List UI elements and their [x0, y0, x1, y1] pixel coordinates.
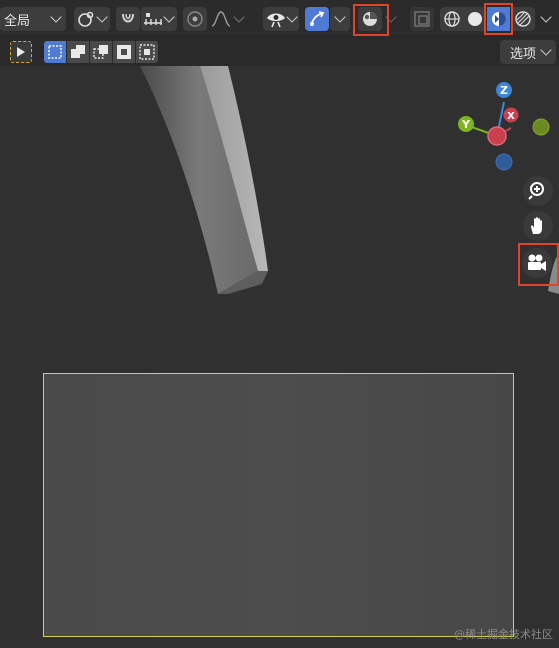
- navigation-gizmo[interactable]: Z X Y: [455, 78, 555, 188]
- select-subtract-icon: [93, 45, 108, 59]
- select-mode-subtract[interactable]: [90, 41, 112, 63]
- xray-icon: [414, 11, 430, 27]
- chevron-down-icon: [540, 11, 552, 23]
- chevron-down-icon: [163, 11, 175, 23]
- gizmo-toggle[interactable]: [305, 7, 329, 31]
- snap-increment-icon: [144, 13, 162, 25]
- chevron-down-icon: [233, 11, 245, 23]
- cursor-arrow-icon: [17, 47, 25, 57]
- gizmo-settings-dropdown[interactable]: [330, 7, 350, 31]
- shading-options-dropdown[interactable]: [537, 7, 557, 31]
- gizmo-neg-z-handle: [495, 153, 513, 171]
- chevron-down-icon: [334, 11, 346, 23]
- watermark: @稀土掘金技术社区: [454, 628, 553, 641]
- 3d-viewport[interactable]: Z X Y @稀土掘金技术社区: [0, 66, 559, 648]
- eye-icon: [267, 13, 285, 28]
- solid-shading-button[interactable]: [464, 7, 486, 31]
- chevron-down-icon: [50, 11, 62, 23]
- rendered-shading-button[interactable]: [511, 7, 535, 31]
- gizmo-y-label: Y: [461, 118, 471, 131]
- select-new-icon: [48, 45, 62, 59]
- gizmo-neg-x-handle: [487, 126, 507, 146]
- rendered-shading-icon: [515, 11, 531, 27]
- gizmo-x-label: X: [507, 111, 515, 122]
- select-intersect-icon: [139, 44, 155, 60]
- solid-shading-icon: [468, 12, 482, 26]
- select-extend-icon: [71, 45, 85, 58]
- zoom-button[interactable]: [523, 176, 553, 206]
- selected-plane-object[interactable]: [43, 373, 514, 637]
- camera-highlight-box: [518, 243, 559, 286]
- viewport-header: 全局: [0, 0, 559, 36]
- options-dropdown[interactable]: 选项: [500, 40, 556, 64]
- magnet-icon: [122, 13, 134, 23]
- select-mode-extend[interactable]: [67, 41, 89, 63]
- gizmo-neg-y-handle: [532, 118, 550, 136]
- transform-orientation-label: 全局: [4, 13, 31, 29]
- material-preview-highlight-box: [484, 3, 513, 35]
- chevron-down-icon: [286, 11, 298, 23]
- transform-pivot-icon: [78, 11, 94, 27]
- tool-settings-bar: 选项: [0, 36, 559, 67]
- select-mode-new[interactable]: [44, 41, 66, 63]
- wireframe-shading-icon: [444, 11, 460, 27]
- hand-icon: [530, 217, 542, 234]
- object-visibility-select[interactable]: [263, 7, 299, 31]
- chevron-down-icon: [96, 11, 108, 23]
- proportional-edit-toggle[interactable]: [183, 7, 207, 31]
- gizmo-arrow-icon: [310, 11, 325, 26]
- pivot-point-button[interactable]: [74, 7, 110, 31]
- select-tool-button[interactable]: [10, 41, 32, 63]
- zoom-icon: [528, 182, 544, 200]
- xray-toggle[interactable]: [410, 7, 434, 31]
- options-label: 选项: [510, 46, 537, 62]
- transform-orientation-select[interactable]: 全局: [0, 7, 66, 31]
- select-mode-invert[interactable]: [113, 41, 135, 63]
- chevron-down-icon: [540, 44, 552, 56]
- select-invert-icon: [117, 45, 131, 59]
- wireframe-shading-button[interactable]: [440, 7, 464, 31]
- select-mode-intersect[interactable]: [136, 41, 158, 63]
- snap-target-select[interactable]: [141, 7, 177, 31]
- snap-toggle[interactable]: [116, 7, 140, 31]
- falloff-curve-icon: [211, 11, 231, 27]
- gizmo-z-label: Z: [500, 84, 508, 97]
- overlay-highlight-box: [353, 4, 389, 36]
- proportional-falloff-select[interactable]: [208, 7, 245, 31]
- pan-button[interactable]: [523, 211, 553, 241]
- proportional-edit-icon: [187, 11, 203, 27]
